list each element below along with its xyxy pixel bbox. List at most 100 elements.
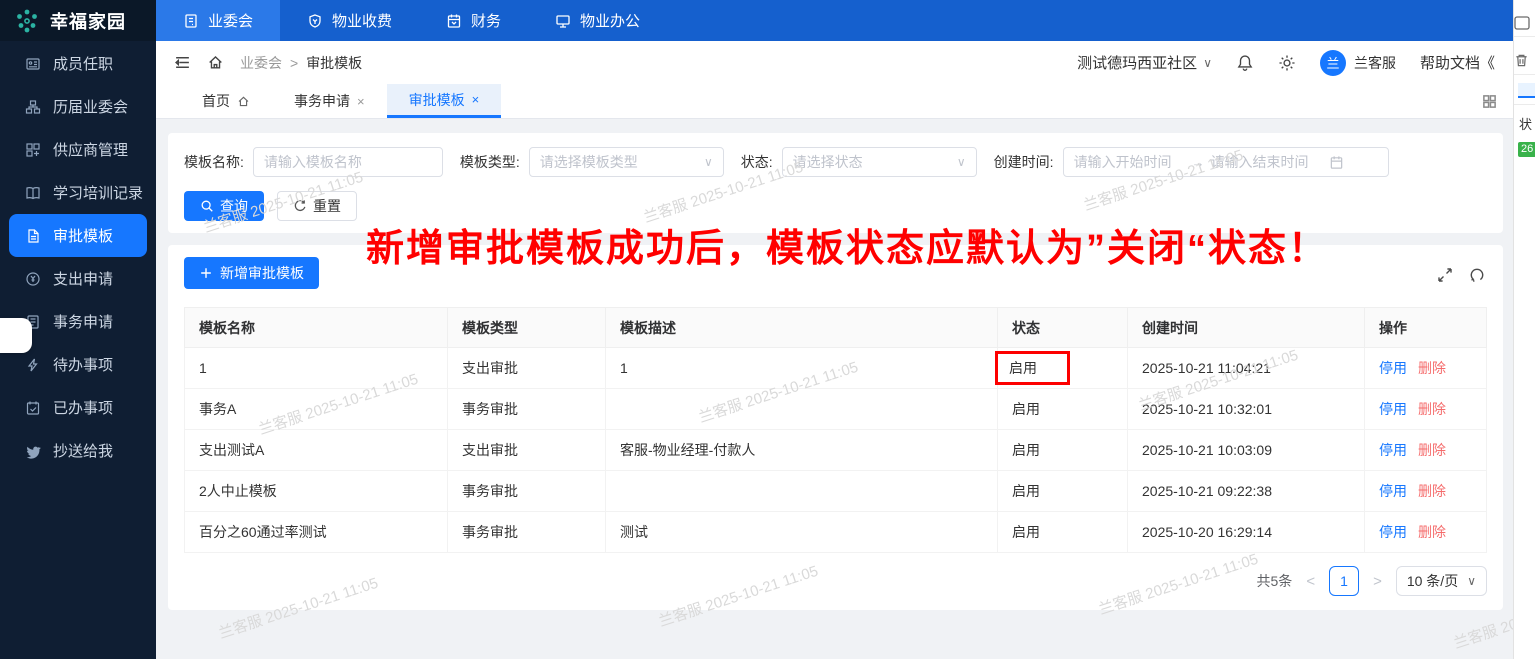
- grid-icon[interactable]: [1482, 94, 1497, 109]
- date-range-picker[interactable]: →: [1062, 147, 1389, 177]
- sidebar-item-done[interactable]: 已办事项: [0, 386, 156, 429]
- cell-desc: [605, 388, 998, 430]
- template-doc-icon: [25, 228, 41, 244]
- gear-icon[interactable]: [1278, 54, 1296, 72]
- top-nav-item-committee[interactable]: 业委会: [156, 0, 281, 41]
- top-nav-label: 物业办公: [580, 13, 641, 30]
- sidebar-item-training[interactable]: 学习培训记录: [0, 171, 156, 214]
- app-logo-icon: [13, 7, 41, 35]
- delete-action[interactable]: 删除: [1418, 483, 1446, 499]
- column-header-name: 模板名称: [184, 307, 448, 348]
- top-nav-item-fees[interactable]: 物业收费: [280, 0, 419, 41]
- filter-created-time: 创建时间: →: [994, 147, 1389, 177]
- tab-home[interactable]: 首页: [180, 84, 272, 118]
- start-time-input[interactable]: [1073, 154, 1186, 170]
- trash-icon[interactable]: [1514, 53, 1535, 68]
- calendar-icon: [446, 13, 462, 29]
- search-button-label: 查询: [220, 198, 248, 214]
- disable-action[interactable]: 停用: [1379, 524, 1407, 540]
- end-time-input[interactable]: [1210, 154, 1323, 170]
- search-icon: [200, 199, 214, 213]
- bell-icon[interactable]: [1236, 54, 1254, 72]
- top-nav-item-finance[interactable]: 财务: [419, 0, 528, 41]
- cell-desc: [605, 470, 998, 512]
- clipped-status-label: 状: [1519, 117, 1533, 132]
- sidebar-item-approval-templates[interactable]: 审批模板: [9, 214, 147, 257]
- templates-table: 模板名称 模板类型 模板描述 状态 创建时间 操作 1 支出审批 1 启用 20: [184, 307, 1487, 553]
- community-name: 测试德玛西亚社区: [1077, 55, 1198, 72]
- breadcrumb-root[interactable]: 业委会: [240, 53, 282, 73]
- close-icon[interactable]: ×: [472, 92, 480, 107]
- sidebar-item-suppliers[interactable]: 供应商管理: [0, 128, 156, 171]
- collapse-menu-icon[interactable]: [174, 54, 191, 71]
- sidebar-item-label: 供应商管理: [53, 142, 129, 159]
- bird-icon: [25, 443, 41, 459]
- delete-action[interactable]: 删除: [1418, 524, 1446, 540]
- tab-label: 首页: [202, 93, 230, 109]
- cell-desc: 1: [605, 347, 998, 389]
- search-button[interactable]: 查询: [184, 191, 264, 221]
- reset-button-label: 重置: [313, 198, 341, 214]
- sidebar-item-expense-request[interactable]: 支出申请: [0, 257, 156, 300]
- calendar-icon: [1329, 155, 1344, 170]
- template-type-select[interactable]: 请选择模板类型 ∨: [528, 147, 724, 177]
- disable-action[interactable]: 停用: [1379, 360, 1407, 376]
- top-nav: 业委会 物业收费 财务 物业办公: [156, 0, 667, 41]
- page-size-select[interactable]: 10 条/页 ∨: [1395, 566, 1487, 596]
- next-page-button[interactable]: >: [1371, 573, 1384, 590]
- delete-action[interactable]: 删除: [1418, 442, 1446, 458]
- home-icon: [237, 95, 250, 108]
- filter-template-type: 模板类型: 请选择模板类型 ∨: [460, 147, 724, 177]
- tab-approval-templates[interactable]: 审批模板 ×: [386, 84, 502, 118]
- user-menu[interactable]: 兰 兰客服: [1319, 49, 1396, 76]
- prev-page-button[interactable]: <: [1304, 573, 1317, 590]
- clipped-tab[interactable]: [1518, 83, 1535, 98]
- reset-button[interactable]: 重置: [277, 191, 357, 221]
- pagination: 共5条 < 1 > 10 条/页 ∨: [184, 566, 1487, 596]
- page-size-value: 10 条/页: [1406, 573, 1459, 589]
- breadcrumb-current: 审批模板: [306, 54, 363, 71]
- status-select[interactable]: 请选择状态 ∨: [781, 147, 977, 177]
- add-template-button[interactable]: 新增审批模板: [184, 257, 319, 289]
- cell-status: 启用: [997, 388, 1128, 430]
- tab-affairs-request[interactable]: 事务申请 ×: [272, 84, 387, 118]
- column-header-type: 模板类型: [447, 307, 606, 348]
- app-title: 幸福家园: [50, 11, 126, 32]
- top-bar: 幸福家园 业委会 物业收费 财务 物业办公: [0, 0, 1535, 41]
- home-icon[interactable]: [207, 54, 224, 71]
- right-side-strip: 状 26: [1513, 0, 1535, 659]
- disable-action[interactable]: 停用: [1379, 401, 1407, 417]
- top-nav-item-office[interactable]: 物业办公: [528, 0, 667, 41]
- delete-action[interactable]: 删除: [1418, 401, 1446, 417]
- top-nav-label: 财务: [471, 13, 502, 30]
- cell-created: 2025-10-20 16:29:14: [1127, 511, 1365, 553]
- sidebar-item-past-committees[interactable]: 历届业委会: [0, 85, 156, 128]
- disable-action[interactable]: 停用: [1379, 483, 1407, 499]
- template-name-input[interactable]: [263, 154, 432, 170]
- help-doc-link[interactable]: 帮助文档《: [1420, 52, 1495, 73]
- cell-type: 事务审批: [447, 470, 606, 512]
- cell-desc: 测试: [605, 511, 998, 553]
- sidebar-item-label: 抄送给我: [53, 443, 114, 460]
- cell-type: 支出审批: [447, 347, 606, 389]
- sidebar-item-cc-me[interactable]: 抄送给我: [0, 429, 156, 472]
- calendar-check-icon: [25, 400, 41, 416]
- add-template-label: 新增审批模板: [220, 265, 304, 281]
- sidebar-item-members[interactable]: 成员任职: [0, 42, 156, 85]
- sidebar-item-label: 学习培训记录: [53, 185, 144, 202]
- cell-type: 支出审批: [447, 429, 606, 471]
- main-area: 业委会 > 审批模板 测试德玛西亚社区 ∨ 兰 兰客服 帮助文档《 首页 事务申…: [156, 41, 1513, 659]
- disable-action[interactable]: 停用: [1379, 442, 1407, 458]
- fullscreen-icon[interactable]: [1437, 267, 1453, 283]
- close-icon[interactable]: ×: [357, 94, 365, 109]
- column-header-actions: 操作: [1364, 307, 1487, 348]
- delete-action[interactable]: 删除: [1418, 360, 1446, 376]
- sidebar-item-label: 历届业委会: [53, 99, 129, 116]
- page-number-button[interactable]: 1: [1329, 566, 1360, 596]
- breadcrumb: 业委会 > 审批模板: [240, 53, 362, 73]
- refresh-icon[interactable]: [1469, 267, 1485, 283]
- cell-name: 1: [184, 347, 448, 389]
- clipped-window-icon[interactable]: [1514, 16, 1535, 30]
- drawer-handle[interactable]: [0, 318, 32, 353]
- community-selector[interactable]: 测试德玛西亚社区 ∨: [1077, 52, 1212, 73]
